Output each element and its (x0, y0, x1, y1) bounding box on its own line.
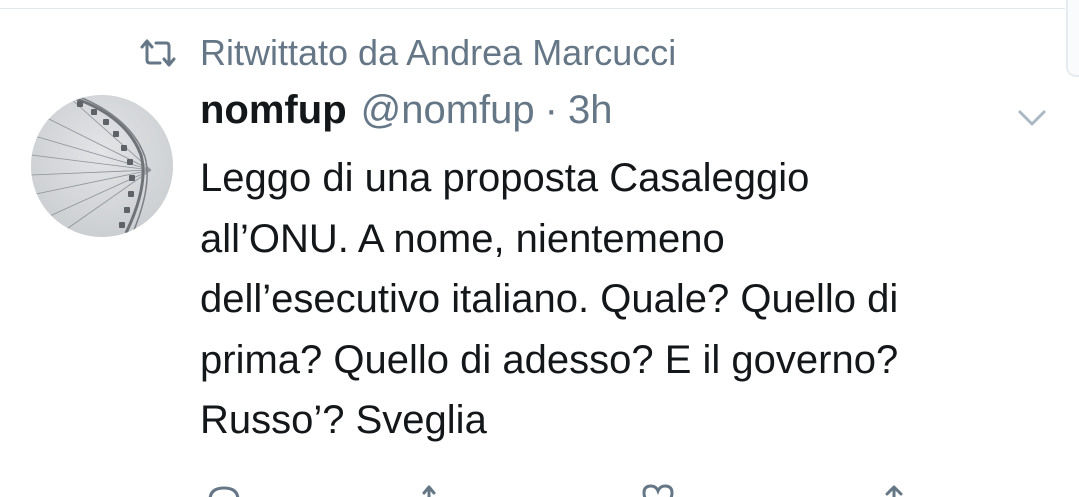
tweet-text: Leggo di una proposta Casaleggio all’ONU… (200, 156, 899, 442)
share-icon[interactable] (876, 484, 912, 497)
separator-dot: · (544, 88, 558, 132)
like-icon[interactable] (640, 484, 676, 497)
tweet-header: nomfup @nomfup · 3h (200, 88, 612, 144)
scroll-edge (1066, 0, 1079, 77)
tweet-actions (200, 484, 920, 497)
retweet-icon[interactable] (422, 484, 458, 497)
avatar[interactable] (31, 95, 173, 237)
reply-icon[interactable] (206, 484, 242, 497)
retweet-icon (140, 39, 176, 67)
ferris-wheel-avatar (31, 95, 173, 237)
tweet-timestamp[interactable]: 3h (568, 88, 613, 133)
retweet-banner[interactable]: Ritwittato da Andrea Marcucci (140, 28, 676, 78)
chevron-down-icon[interactable] (1014, 100, 1050, 136)
top-divider (0, 8, 1065, 9)
user-handle[interactable]: @nomfup (361, 88, 535, 133)
display-name[interactable]: nomfup (200, 88, 347, 133)
retweet-label: Ritwittato da Andrea Marcucci (200, 32, 677, 73)
